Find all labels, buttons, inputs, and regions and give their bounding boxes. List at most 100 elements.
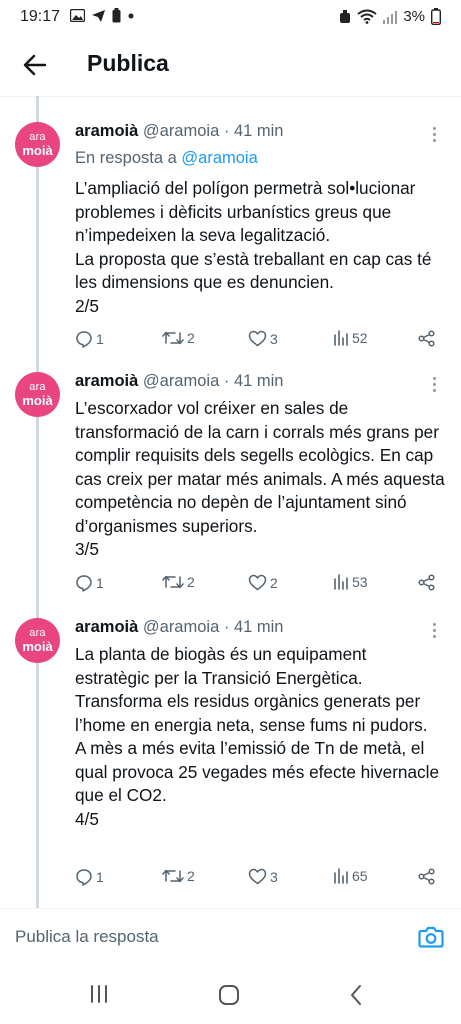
reply-to-prefix: En resposta a <box>75 149 182 167</box>
reply-to-line: En resposta a @aramoia <box>75 149 258 168</box>
author-handle[interactable]: @aramoia <box>143 618 219 636</box>
author-name[interactable]: aramoià <box>75 618 138 636</box>
heart-icon <box>248 868 267 885</box>
camera-icon <box>418 926 444 948</box>
view-count: 52 <box>352 330 368 346</box>
home-icon <box>219 985 239 1005</box>
tweet-actions: 1 2 3 65 <box>75 868 445 890</box>
reply-icon <box>76 575 92 592</box>
arrow-left-icon <box>23 54 47 76</box>
like-button[interactable]: 2 <box>248 574 278 591</box>
reply-button[interactable]: 1 <box>75 574 104 592</box>
dot-icon <box>432 133 436 136</box>
tweet-actions: 1 2 3 52 <box>75 330 445 352</box>
author-name[interactable]: aramoià <box>75 372 138 390</box>
reply-to-mention[interactable]: @aramoia <box>181 149 257 167</box>
reply-button[interactable]: 1 <box>75 330 104 348</box>
tweet-text: L’escorxador vol créixer en sales de tra… <box>75 398 445 559</box>
share-button[interactable] <box>418 868 435 885</box>
more-options-button[interactable] <box>429 377 439 392</box>
heart-icon <box>248 574 267 591</box>
avatar[interactable]: ara moià <box>15 618 60 663</box>
tweet-header: aramoià @aramoia · 41 min <box>75 372 283 391</box>
like-count: 3 <box>270 868 278 885</box>
like-button[interactable]: 3 <box>248 868 278 885</box>
views-button[interactable]: 53 <box>333 574 368 590</box>
views-chart-icon <box>334 330 348 346</box>
view-count: 65 <box>352 868 368 884</box>
share-icon <box>418 868 435 885</box>
tweet[interactable]: ara moià aramoià @aramoia · 41 min La pl… <box>0 603 461 903</box>
dot-icon <box>128 13 134 18</box>
tweet[interactable]: ara moià aramoià @aramoia · 41 min En re… <box>0 107 461 357</box>
avatar-text-top: ara <box>29 381 46 393</box>
dot-icon <box>432 383 436 386</box>
tweet-actions: 1 2 2 53 <box>75 574 445 596</box>
tweet-text: L’ampliació del polígon permetrà sol•luc… <box>75 178 432 316</box>
author-handle[interactable]: @aramoia <box>143 122 219 140</box>
share-icon <box>418 330 435 347</box>
retweet-button[interactable]: 2 <box>162 868 195 884</box>
retweet-count: 2 <box>187 574 195 590</box>
views-chart-icon <box>334 574 348 590</box>
reply-icon <box>76 331 92 348</box>
like-button[interactable]: 3 <box>248 330 278 347</box>
back-button[interactable] <box>18 48 52 82</box>
signal-icon <box>383 10 398 24</box>
header: Publica <box>0 36 461 94</box>
alarm-icon <box>340 9 351 23</box>
tweet-time: · 41 min <box>223 122 284 140</box>
status-time: 19:17 <box>20 8 61 25</box>
share-icon <box>418 574 435 591</box>
avatar[interactable]: ara moià <box>15 122 60 167</box>
recent-apps-button[interactable] <box>89 984 109 1009</box>
camera-button[interactable] <box>418 925 444 954</box>
view-count: 53 <box>352 574 368 590</box>
reply-count: 1 <box>96 331 104 347</box>
retweet-count: 2 <box>187 868 195 884</box>
share-button[interactable] <box>418 330 435 347</box>
retweet-icon <box>162 331 184 345</box>
home-button[interactable] <box>218 984 240 1011</box>
tweet-text: La planta de biogàs és un equipament est… <box>75 644 440 829</box>
reply-count: 1 <box>96 575 104 591</box>
author-handle[interactable]: @aramoia <box>143 372 219 390</box>
views-button[interactable]: 52 <box>333 330 368 346</box>
reply-input[interactable]: Publica la resposta <box>15 927 159 947</box>
chevron-left-icon <box>351 985 361 1005</box>
page-title: Publica <box>87 50 169 76</box>
system-nav-bar <box>0 968 461 1024</box>
retweet-icon <box>162 869 184 883</box>
wifi-icon <box>357 9 377 24</box>
share-button[interactable] <box>418 574 435 591</box>
battery-icon <box>431 8 441 25</box>
status-bar: 19:17 3% <box>0 0 461 36</box>
tweet-time: · 41 min <box>223 372 284 390</box>
avatar-text-bottom: moià <box>22 393 53 408</box>
retweet-button[interactable]: 2 <box>162 330 195 346</box>
retweet-count: 2 <box>187 330 195 346</box>
tweet[interactable]: ara moià aramoià @aramoia · 41 min L’esc… <box>0 357 461 607</box>
tweet-header: aramoià @aramoia · 41 min <box>75 618 283 637</box>
retweet-button[interactable]: 2 <box>162 574 195 590</box>
reply-button[interactable]: 1 <box>75 868 104 886</box>
tweet-header: aramoià @aramoia · 41 min <box>75 122 283 141</box>
status-right: 3% <box>339 8 441 25</box>
avatar-text-bottom: moià <box>22 143 53 158</box>
avatar-text-top: ara <box>29 627 46 639</box>
avatar[interactable]: ara moià <box>15 372 60 417</box>
dot-icon <box>432 623 436 626</box>
views-button[interactable]: 65 <box>333 868 368 884</box>
notification-icons <box>70 8 135 23</box>
system-back-button[interactable] <box>349 984 363 1011</box>
tweet-time: · 41 min <box>223 618 284 636</box>
reply-icon <box>76 869 92 886</box>
more-options-button[interactable] <box>429 127 439 142</box>
battery-saver-icon <box>112 8 121 23</box>
send-icon <box>92 9 105 22</box>
recent-apps-icon <box>91 985 107 1003</box>
dot-icon <box>432 139 436 142</box>
avatar-text-bottom: moià <box>22 639 53 654</box>
author-name[interactable]: aramoià <box>75 122 138 140</box>
more-options-button[interactable] <box>429 623 439 638</box>
